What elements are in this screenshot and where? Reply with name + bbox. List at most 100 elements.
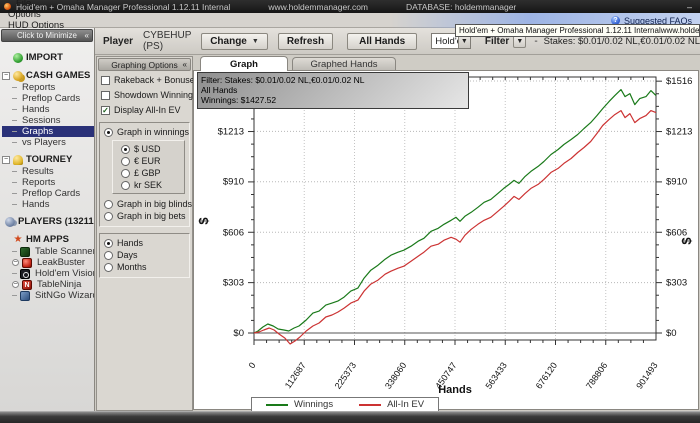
menu-item-options[interactable]: Options (0, 9, 72, 20)
graphing-options-header[interactable]: Graphing Options « (98, 58, 191, 71)
chart-tooltip: Filter: Stakes: $0.01/0.02 NL,€0.01/0.02… (197, 72, 469, 109)
y-axis-label-left: $606 (223, 227, 244, 238)
collapse-expander-icon[interactable]: − (12, 281, 19, 288)
filter-label: Filter (484, 35, 510, 47)
radio-icon[interactable] (104, 211, 113, 221)
all-hands-button[interactable]: All Hands (347, 32, 418, 50)
sidebar-item-reports[interactable]: Reports (2, 177, 94, 188)
y-axis-label-right: $1516 (666, 76, 692, 87)
table-scanner-icon (20, 246, 30, 257)
title-site-link[interactable]: www.holdemmanager.com (268, 2, 368, 12)
x-axis-label: 563433 (483, 360, 508, 390)
sidebar-item-table-scanner[interactable]: Table Scanner (2, 246, 94, 257)
radio-icon[interactable] (121, 144, 130, 154)
sidebar-item-leakbuster[interactable]: − LeakBuster (2, 257, 94, 268)
radio-label: $ USD (134, 144, 161, 154)
sidebar-item-reports[interactable]: Reports (2, 82, 94, 93)
sidebar-item-label: TableNinja (37, 279, 82, 290)
sidebar-item-vs-players[interactable]: vs Players (2, 137, 94, 148)
radio-graph-in-big-blinds[interactable]: Graph in big blinds (100, 198, 192, 210)
sidebar-item-label: Sessions (22, 115, 61, 126)
checkbox-label: Display All-In EV (114, 105, 181, 115)
tree-guide (12, 109, 17, 110)
radio-period-months[interactable]: Months (100, 261, 189, 273)
checkbox-showdown-winnings[interactable]: Showdown Winnings (97, 89, 198, 101)
chart-tooltip-line: Filter: Stakes: $0.01/0.02 NL,€0.01/0.02… (201, 75, 365, 85)
y-axis-label-left: $1213 (218, 126, 244, 137)
sidebar-item-results[interactable]: Results (2, 166, 94, 177)
checkbox-label: Showdown Winnings (114, 90, 198, 100)
graph-panel: $0 $0 $303 $303 $606 $606 $910 $910 $1213 $1213 $1… (193, 70, 699, 412)
hover-tooltip-title: Hold'em + Omaha Manager Professional 1.1… (459, 26, 661, 35)
sidebar-minimize-button[interactable]: Click to Minimize « (1, 29, 93, 42)
radio-icon[interactable] (104, 127, 113, 137)
radio-icon[interactable] (104, 199, 113, 209)
tab-graphed-hands[interactable]: Graphed Hands (292, 57, 396, 71)
sidebar-item-label: Reports (22, 82, 56, 93)
checkbox-icon[interactable] (101, 90, 110, 100)
sidebar-item-hands[interactable]: Hands (2, 199, 94, 210)
tab-graph[interactable]: Graph (200, 56, 288, 71)
radio-icon[interactable] (121, 168, 130, 178)
checkbox-icon[interactable] (101, 75, 110, 85)
radio-graph-in-big-bets[interactable]: Graph in big bets (100, 210, 189, 222)
radio-currency-usd[interactable]: $ USD (113, 143, 184, 155)
sidebar-section-cash-games[interactable]: − CASH GAMES (2, 69, 94, 82)
legend-item-all-in-ev: All-In EV (359, 399, 424, 410)
collapse-left-icon: « (84, 31, 89, 40)
sidebar-item-preflop-cards[interactable]: Preflop Cards (2, 188, 94, 199)
radio-icon[interactable] (104, 262, 113, 272)
title-bar: Hold'em + Omaha Manager Professional 1.1… (0, 0, 700, 13)
graphing-options-body: Rakeback + Bonuses Showdown Winnings ✓ Disp… (97, 74, 199, 278)
collapse-expander-icon[interactable]: − (2, 155, 10, 164)
chart-legend: Winnings All-In EV (251, 397, 440, 412)
tree-guide (12, 251, 17, 252)
tree-guide (12, 131, 17, 132)
radio-graph-in-winnings[interactable]: Graph in winnings (100, 126, 189, 138)
sidebar-item-sitngo-wizard[interactable]: SitNGo Wizard (2, 290, 94, 301)
radio-icon[interactable] (121, 156, 130, 166)
x-axis-label: 112687 (283, 360, 308, 390)
sidebar-item-hold-em-vision[interactable]: Hold'em Vision (2, 268, 94, 279)
radio-period-hands[interactable]: Hands (100, 237, 189, 249)
radio-period-days[interactable]: Days (100, 249, 189, 261)
sidebar-item-label: vs Players (22, 137, 66, 148)
sidebar-item-sessions[interactable]: Sessions (2, 115, 94, 126)
radio-icon[interactable] (121, 180, 130, 190)
radio-currency-kr-sek[interactable]: kr SEK (113, 179, 184, 191)
change-player-button[interactable]: Change ▼ (201, 32, 268, 50)
hover-tooltip: Hold'em + Omaha Manager Professional 1.1… (455, 24, 700, 37)
sidebar-section-players-132113[interactable]: PLAYERS (132113) (2, 215, 94, 228)
radio-label: Months (117, 262, 147, 272)
radio-label: Graph in big bets (117, 211, 186, 221)
collapse-expander-icon[interactable]: − (2, 71, 10, 80)
refresh-button[interactable]: Refresh (277, 32, 334, 50)
sidebar-section-label: CASH GAMES (26, 70, 91, 81)
sidebar-section-import[interactable]: IMPORT (2, 51, 94, 64)
menu-item-file[interactable]: File (0, 0, 72, 9)
sidebar-item-label: Preflop Cards (22, 93, 81, 104)
radio-currency-gbp[interactable]: £ GBP (113, 167, 184, 179)
sidebar-item-preflop-cards[interactable]: Preflop Cards (2, 93, 94, 104)
collapse-expander-icon[interactable]: − (12, 259, 19, 266)
checkbox-display-all-in-ev[interactable]: ✓ Display All-In EV (97, 104, 192, 116)
tree-guide (12, 273, 17, 274)
checkbox-rakeback-bonuses[interactable]: Rakeback + Bonuses (97, 74, 199, 86)
radio-icon[interactable] (104, 250, 113, 260)
tree-guide (12, 295, 17, 296)
sidebar-item-hands[interactable]: Hands (2, 104, 94, 115)
sidebar-section-hm-apps[interactable]: ★ HM APPS (2, 233, 94, 246)
tree-guide (12, 142, 17, 143)
sidebar-item-graphs[interactable]: Graphs (2, 126, 94, 137)
radio-currency-eur[interactable]: € EUR (113, 155, 184, 167)
tree-guide (12, 182, 17, 183)
chart-tooltip-line: Winnings: $1427.52 (201, 95, 277, 106)
currency-group: $ USD € EUR £ GBP kr SEK (112, 140, 185, 194)
checkbox-icon[interactable]: ✓ (101, 105, 110, 115)
sidebar-item-tableninja[interactable]: − N TableNinja (2, 279, 94, 290)
minimize-window-button[interactable]: – (687, 2, 692, 12)
sidebar-section-label: HM APPS (26, 234, 69, 245)
sidebar-section-tourney[interactable]: − TOURNEY (2, 153, 94, 166)
checkbox-label: Rakeback + Bonuses (114, 75, 200, 85)
radio-icon[interactable] (104, 238, 113, 248)
